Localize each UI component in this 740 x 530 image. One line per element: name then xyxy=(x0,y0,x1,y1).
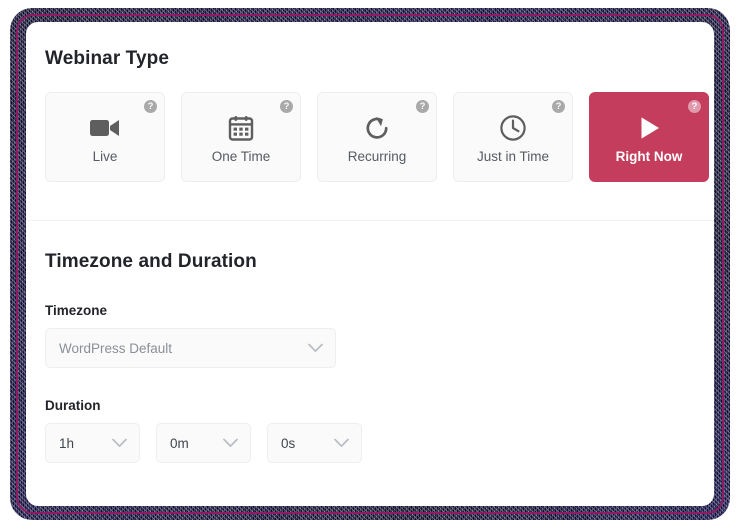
timezone-duration-section: Timezone and Duration Timezone WordPress… xyxy=(26,221,714,463)
clock-icon xyxy=(499,111,527,145)
webinar-type-card-right-now[interactable]: ? Right Now xyxy=(589,92,709,182)
webinar-type-card-recurring[interactable]: ? Recurring xyxy=(317,92,437,182)
timezone-selected-value: WordPress Default xyxy=(59,340,173,356)
duration-minutes-select[interactable]: 0m xyxy=(156,423,251,463)
chevron-down-icon xyxy=(223,438,238,448)
help-icon[interactable]: ? xyxy=(280,100,293,113)
help-icon[interactable]: ? xyxy=(144,100,157,113)
timezone-duration-title: Timezone and Duration xyxy=(45,251,257,272)
timezone-label: Timezone xyxy=(45,303,108,318)
help-icon[interactable]: ? xyxy=(552,100,565,113)
help-icon[interactable]: ? xyxy=(688,100,701,113)
chevron-down-icon xyxy=(112,438,127,448)
webinar-type-label: Right Now xyxy=(615,148,683,164)
duration-seconds-select[interactable]: 0s xyxy=(267,423,362,463)
play-icon xyxy=(635,111,663,145)
webinar-type-section: Webinar Type ? Live ? One Time ? Recurri… xyxy=(26,22,714,221)
webinar-type-label: Just in Time xyxy=(476,148,550,164)
duration-label: Duration xyxy=(45,398,101,413)
webinar-type-label: One Time xyxy=(211,148,271,164)
settings-panel: Webinar Type ? Live ? One Time ? Recurri… xyxy=(26,22,714,506)
duration-minutes-value: 0m xyxy=(170,435,189,451)
chevron-down-icon xyxy=(334,438,349,448)
chevron-down-icon xyxy=(308,343,323,353)
page-title: Webinar Type xyxy=(45,48,170,69)
webinar-type-card-just-in-time[interactable]: ? Just in Time xyxy=(453,92,573,182)
webinar-type-label: Live xyxy=(92,148,118,164)
webinar-type-card-list: ? Live ? One Time ? Recurring ? Just in … xyxy=(45,92,714,182)
duration-hours-value: 1h xyxy=(59,435,75,451)
duration-field-group: 1h 0m 0s xyxy=(45,423,714,463)
video-camera-icon xyxy=(89,111,121,145)
webinar-type-label: Recurring xyxy=(347,148,407,164)
duration-hours-select[interactable]: 1h xyxy=(45,423,140,463)
help-icon[interactable]: ? xyxy=(416,100,429,113)
refresh-arrow-icon xyxy=(363,111,391,145)
webinar-type-card-one-time[interactable]: ? One Time xyxy=(181,92,301,182)
webinar-type-card-live[interactable]: ? Live xyxy=(45,92,165,182)
calendar-icon xyxy=(228,111,254,145)
duration-seconds-value: 0s xyxy=(281,435,296,451)
timezone-select[interactable]: WordPress Default xyxy=(45,328,336,368)
